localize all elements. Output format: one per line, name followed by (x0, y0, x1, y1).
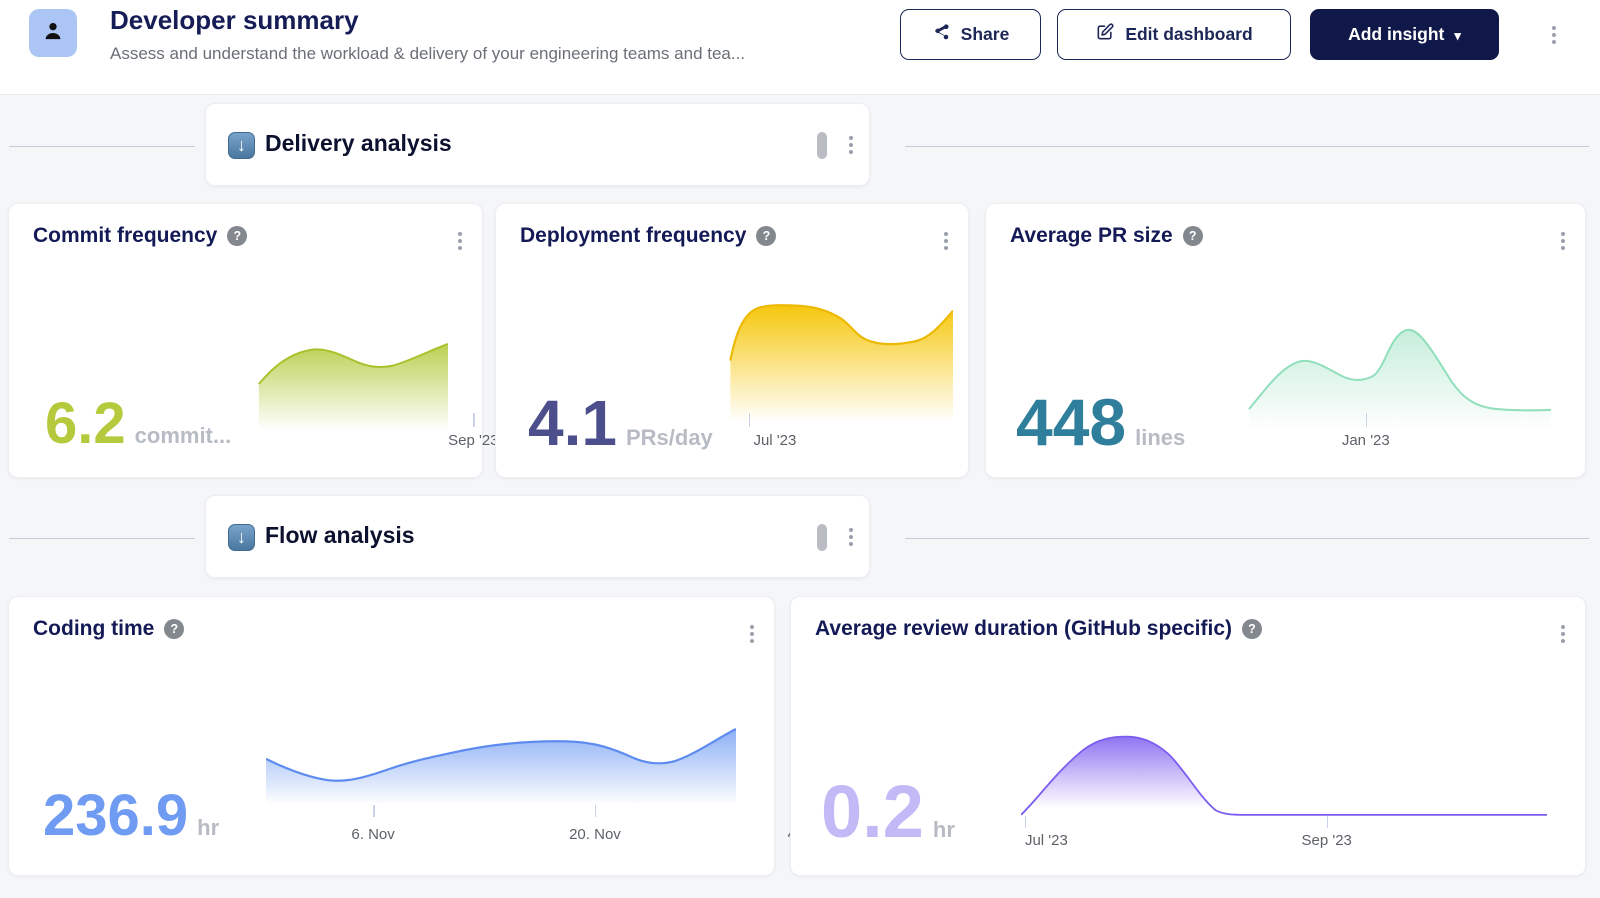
commit-frequency-chart[interactable] (251, 338, 448, 430)
page-subtitle: Assess and understand the workload & del… (110, 44, 745, 64)
card-overflow-menu[interactable] (940, 228, 952, 254)
card-overflow-menu[interactable] (746, 621, 758, 647)
x-axis-tick (1025, 816, 1027, 828)
x-axis-label: Jul '23 (753, 432, 796, 449)
card-title: Average PR size (1010, 224, 1173, 248)
metric-value: 448 (1016, 389, 1126, 455)
card-overflow-menu[interactable] (1557, 228, 1569, 254)
deployment-frequency-chart[interactable] (711, 299, 953, 422)
x-axis-tick (1366, 413, 1368, 427)
share-button-label: Share (961, 24, 1010, 45)
section-drag-handle[interactable] (817, 132, 827, 159)
card-overflow-menu[interactable] (454, 228, 466, 254)
help-icon[interactable]: ? (164, 619, 184, 639)
section-divider-left (9, 538, 195, 539)
x-axis-label: Sep '23 (1301, 832, 1351, 849)
section-divider-right (905, 538, 1589, 539)
metric-value: 0.2 (821, 775, 924, 849)
metric-unit: PRs/day (626, 427, 713, 449)
caret-down-icon: ▾ (1454, 28, 1461, 44)
edit-dashboard-button-label: Edit dashboard (1125, 24, 1252, 45)
card-average-pr-size: Average PR size ? 448 lines Jan '23 Apr … (985, 203, 1586, 478)
section-overflow-menu[interactable] (845, 524, 857, 550)
x-axis-tick (749, 413, 751, 427)
card-title: Commit frequency (33, 224, 217, 248)
metric-value: 4.1 (528, 391, 617, 455)
metric-value: 236.9 (43, 787, 188, 845)
section-drag-handle[interactable] (817, 524, 827, 551)
x-axis-tick (1327, 816, 1329, 828)
down-arrow-emoji-icon: ↓ (228, 132, 255, 159)
card-average-review-duration: Average review duration (GitHub specific… (790, 596, 1586, 876)
add-insight-button[interactable]: Add insight ▾ (1310, 9, 1499, 60)
help-icon[interactable]: ? (1183, 226, 1203, 246)
x-axis-tick (373, 805, 375, 817)
section-overflow-menu[interactable] (845, 132, 857, 158)
edit-icon (1095, 22, 1115, 47)
person-icon (40, 18, 66, 49)
down-arrow-emoji-icon: ↓ (228, 524, 255, 551)
page-header: Developer summary Assess and understand … (0, 0, 1600, 95)
x-axis-label: Sep '23 (448, 432, 498, 449)
metric-unit: hr (933, 819, 955, 841)
card-title: Average review duration (GitHub specific… (815, 617, 1232, 641)
card-coding-time: Coding time ? 236.9 hr 6. Nov 20. Nov 4.… (8, 596, 775, 876)
help-icon[interactable]: ? (756, 226, 776, 246)
card-title: Coding time (33, 617, 154, 641)
x-axis-label: 20. Nov (569, 826, 621, 843)
share-icon (932, 23, 951, 47)
x-axis-tick (595, 805, 597, 817)
add-insight-button-label: Add insight (1348, 24, 1444, 45)
x-axis-label: Jan '23 (1342, 432, 1390, 449)
dashboard-avatar (29, 9, 77, 57)
metric-unit: lines (1135, 427, 1185, 449)
header-overflow-menu[interactable] (1548, 22, 1560, 48)
share-button[interactable]: Share (900, 9, 1041, 60)
section-flow-analysis: ↓ Flow analysis (205, 495, 870, 578)
section-title: Flow analysis (265, 522, 415, 549)
section-title: Delivery analysis (265, 130, 452, 157)
section-delivery-analysis: ↓ Delivery analysis (205, 103, 870, 186)
card-title: Deployment frequency (520, 224, 746, 248)
card-deployment-frequency: Deployment frequency ? 4.1 PRs/day Jul '… (495, 203, 969, 478)
section-divider-left (9, 146, 195, 147)
edit-dashboard-button[interactable]: Edit dashboard (1057, 9, 1291, 60)
x-axis-label: Jul '23 (1025, 832, 1068, 849)
metric-unit: commit... (135, 425, 232, 447)
coding-time-chart[interactable] (266, 710, 736, 805)
help-icon[interactable]: ? (1242, 619, 1262, 639)
card-commit-frequency: Commit frequency ? 6.2 commit... Sep '23 (8, 203, 483, 478)
help-icon[interactable]: ? (227, 226, 247, 246)
metric-value: 6.2 (45, 395, 126, 453)
x-axis-tick (473, 413, 475, 427)
section-divider-right (905, 146, 1589, 147)
metric-unit: hr (197, 817, 219, 839)
page-title: Developer summary (110, 5, 359, 36)
card-overflow-menu[interactable] (1557, 621, 1569, 647)
x-axis-label: 6. Nov (351, 826, 394, 843)
review-duration-chart[interactable] (1021, 724, 1547, 816)
average-pr-size-chart[interactable] (1246, 317, 1551, 431)
